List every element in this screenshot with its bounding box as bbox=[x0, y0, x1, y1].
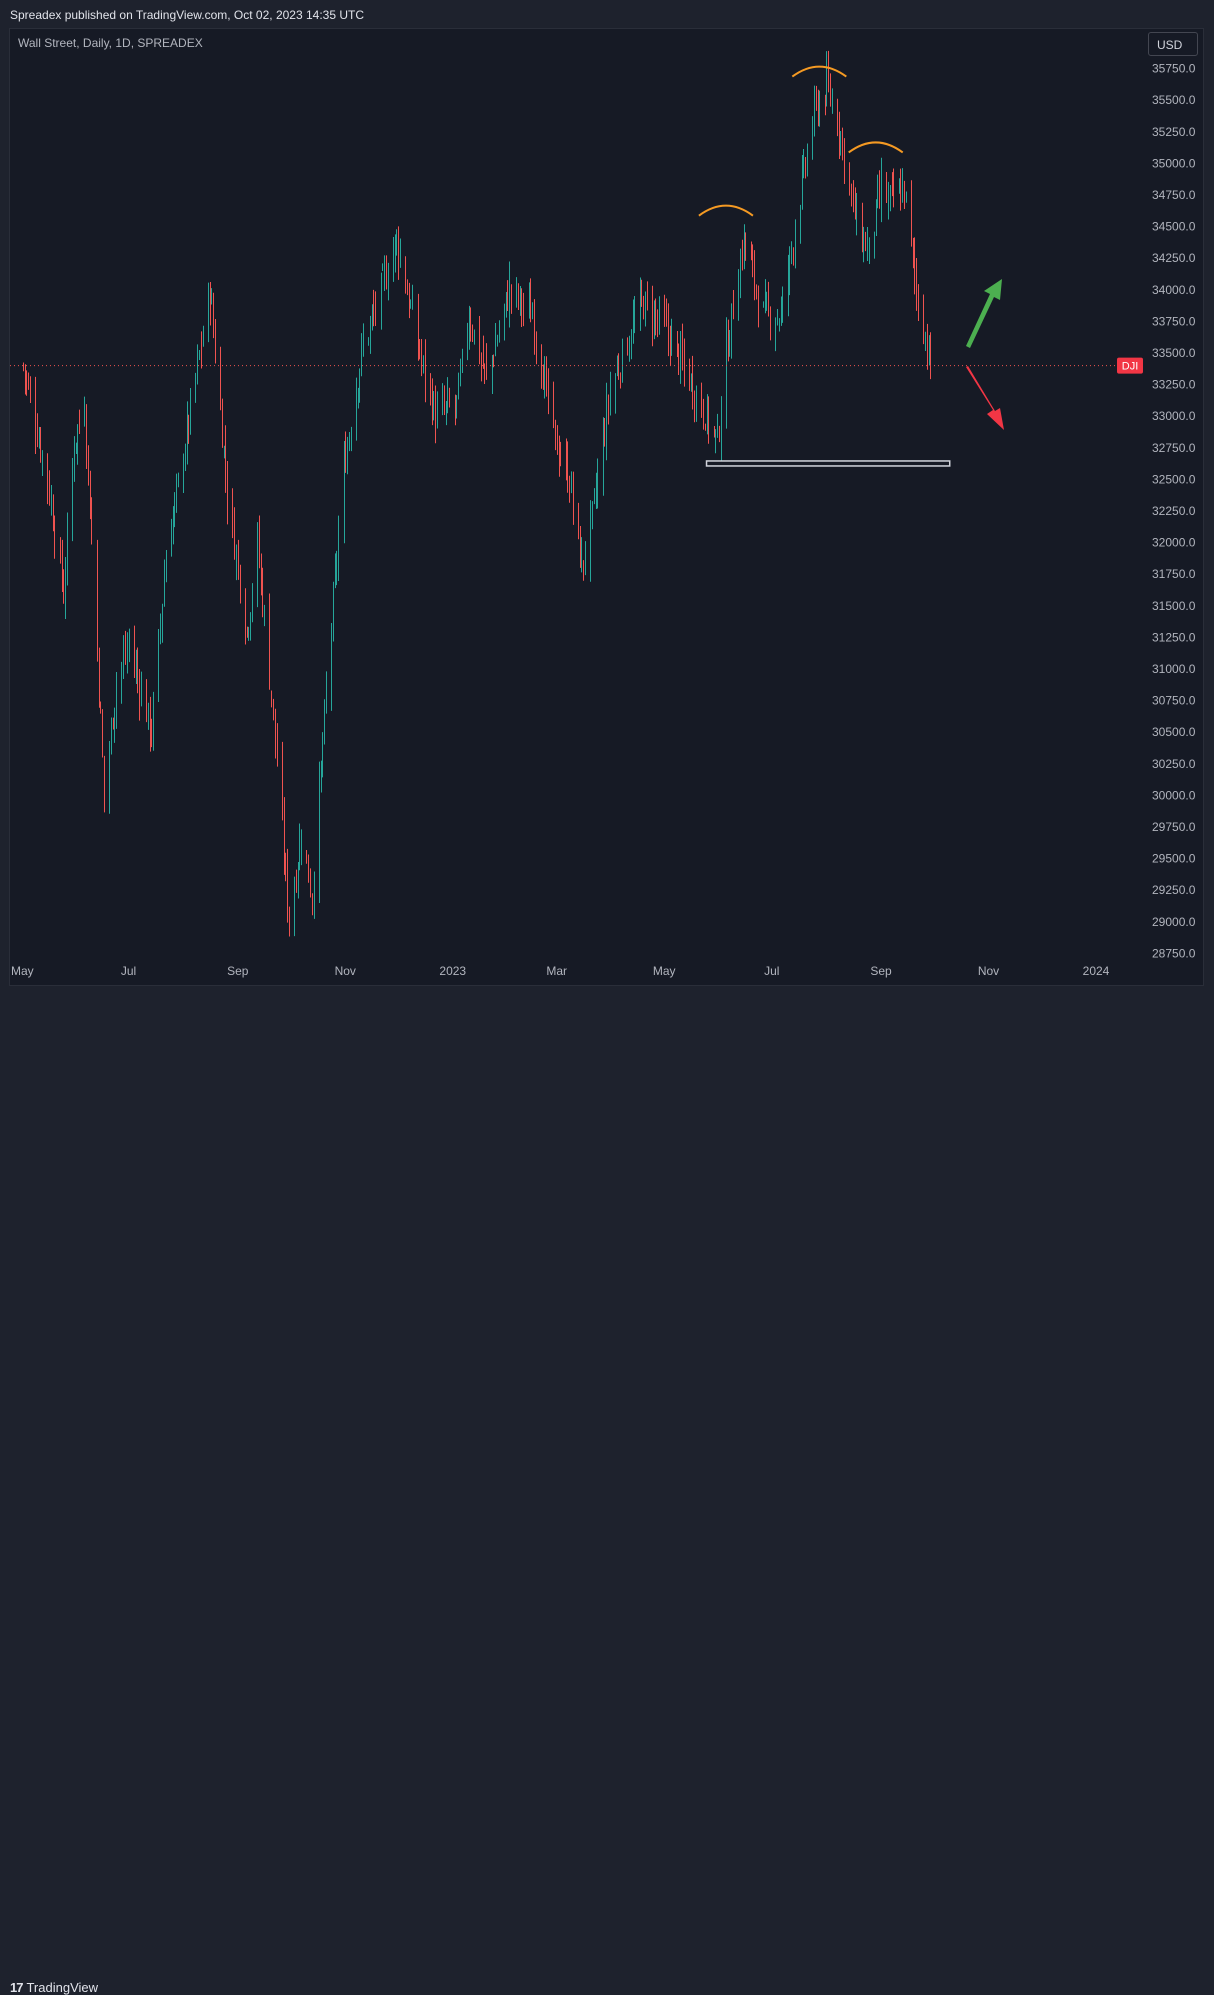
x-tick-label: Nov bbox=[978, 964, 999, 978]
x-tick-label: 2023 bbox=[439, 964, 466, 978]
head-shoulder-arc bbox=[698, 204, 754, 217]
y-tick-label: 30000.0 bbox=[1152, 788, 1196, 802]
y-tick-label: 30750.0 bbox=[1152, 694, 1196, 708]
x-tick-label: Jul bbox=[764, 964, 779, 978]
bullish-arrow bbox=[966, 279, 1002, 348]
y-tick-label: 33000.0 bbox=[1152, 409, 1196, 423]
y-tick-label: 30250.0 bbox=[1152, 757, 1196, 771]
price-chart[interactable]: DJI 35750.035500.035250.035000.034750.03… bbox=[0, 0, 1214, 1021]
x-tick-label: Mar bbox=[546, 964, 567, 978]
y-tick-label: 33250.0 bbox=[1152, 378, 1196, 392]
head-shoulder-arc bbox=[848, 141, 904, 154]
y-tick-label: 32750.0 bbox=[1152, 441, 1196, 455]
x-tick-label: Sep bbox=[227, 964, 249, 978]
x-tick-label: 2024 bbox=[1083, 964, 1110, 978]
y-tick-label: 34750.0 bbox=[1152, 188, 1196, 202]
x-tick-label: Jul bbox=[121, 964, 136, 978]
tradingview-logo-icon: 17 bbox=[10, 1980, 24, 1995]
currency-button[interactable]: USD bbox=[1148, 32, 1198, 56]
y-tick-label: 29000.0 bbox=[1152, 915, 1196, 929]
price-tag: DJI bbox=[1117, 357, 1143, 374]
y-tick-label: 29750.0 bbox=[1152, 820, 1196, 834]
x-tick-label: Sep bbox=[870, 964, 892, 978]
y-tick-label: 33750.0 bbox=[1152, 314, 1196, 328]
price-axis: 35750.0 35500.0 35250.0 35000.0 34750.0 34500… bbox=[1152, 62, 1196, 961]
y-tick-label: 35750.0 bbox=[1152, 62, 1196, 76]
symbol-info: Wall Street, Daily, 1D, SPREADEX bbox=[18, 36, 203, 50]
y-tick-label: 28750.0 bbox=[1152, 946, 1196, 960]
annotations: DJI bbox=[10, 65, 1143, 467]
y-tick-label: 32250.0 bbox=[1152, 504, 1196, 518]
y-tick-label: 32500.0 bbox=[1152, 472, 1196, 486]
time-axis: May Jul Sep Nov 2023 Mar May Jul Sep Nov 2024 bbox=[11, 964, 1110, 978]
x-tick-label: May bbox=[653, 964, 676, 978]
support-zone-rect bbox=[705, 460, 951, 467]
y-tick-label: 32000.0 bbox=[1152, 536, 1196, 550]
x-tick-label: May bbox=[11, 964, 34, 978]
y-tick-label: 35000.0 bbox=[1152, 156, 1196, 170]
y-tick-label: 31000.0 bbox=[1152, 662, 1196, 676]
tradingview-logo-text: TradingView bbox=[26, 1980, 99, 1995]
y-tick-label: 34000.0 bbox=[1152, 283, 1196, 297]
footer-bar: 17 TradingView bbox=[0, 986, 1214, 1995]
head-shoulder-arc bbox=[791, 65, 847, 78]
y-tick-label: 29250.0 bbox=[1152, 883, 1196, 897]
bearish-arrow bbox=[966, 366, 1004, 430]
y-tick-label: 31750.0 bbox=[1152, 567, 1196, 581]
y-tick-label: 31500.0 bbox=[1152, 599, 1196, 613]
y-tick-label: 31250.0 bbox=[1152, 630, 1196, 644]
x-tick-label: Nov bbox=[335, 964, 356, 978]
tradingview-logo[interactable]: 17 TradingView bbox=[10, 1980, 98, 1995]
y-tick-label: 34250.0 bbox=[1152, 251, 1196, 265]
y-tick-label: 35500.0 bbox=[1152, 93, 1196, 107]
y-tick-label: 30500.0 bbox=[1152, 725, 1196, 739]
y-tick-label: 29500.0 bbox=[1152, 852, 1196, 866]
y-tick-label: 33500.0 bbox=[1152, 346, 1196, 360]
y-tick-label: 35250.0 bbox=[1152, 125, 1196, 139]
candles bbox=[23, 50, 931, 937]
price-tag-label: DJI bbox=[1122, 361, 1139, 373]
y-tick-label: 34500.0 bbox=[1152, 220, 1196, 234]
